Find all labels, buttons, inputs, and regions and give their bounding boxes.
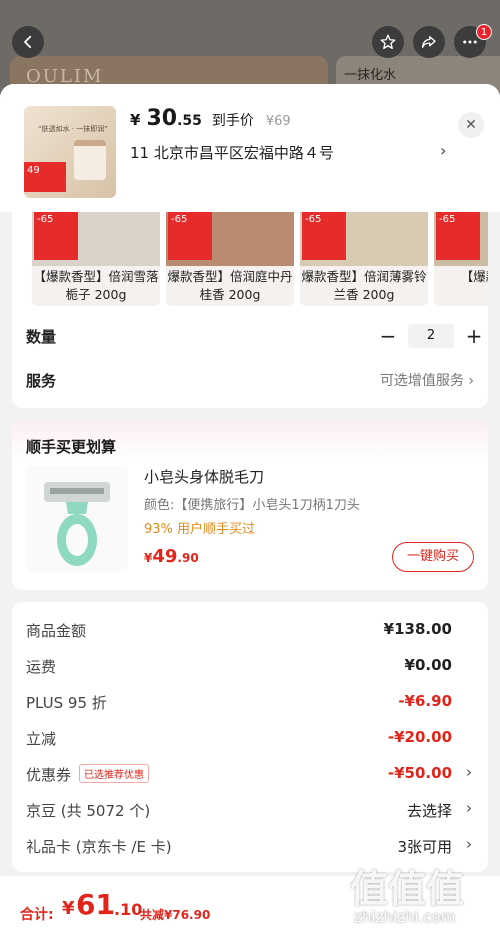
breakdown-row-jingdou[interactable]: 京豆 (共 5072 个) 去选择 › xyxy=(12,792,488,828)
variant-name: 【爆款香型】倍润雪落栀子 200g xyxy=(33,269,159,302)
favorite-button[interactable] xyxy=(372,26,404,58)
plus-button[interactable]: + xyxy=(464,324,484,348)
total-symbol: ¥ xyxy=(62,898,75,919)
breakdown-label: 京豆 (共 5072 个) xyxy=(26,802,151,820)
total-label: 合计: xyxy=(20,907,54,923)
product-jar-image xyxy=(74,140,106,180)
variant-option[interactable]: -65 爆款香型】倍润薄雾铃兰香 200g xyxy=(300,212,428,306)
breakdown-label: 优惠券 已选推荐优惠 xyxy=(26,764,150,785)
chevron-right-icon[interactable]: › xyxy=(466,835,472,853)
price-symbol: ¥ xyxy=(130,111,141,129)
breakdown-label: 商品金额 xyxy=(26,622,87,640)
quantity-label: 数量 xyxy=(26,328,57,346)
delivery-address[interactable]: 11 北京市昌平区宏福中路４号 xyxy=(130,142,334,163)
coupon-status-badge: 已选推荐优惠 xyxy=(79,764,150,783)
variant-strip[interactable]: -65 【爆款香型】倍润雪落栀子 200g -65 爆款香型】倍润庭中丹桂香 2… xyxy=(32,212,488,306)
sheet-header: “肤透如水 · 一抹即润” 49 ¥ 30 .55 到手价 ¥69 11 北京市… xyxy=(0,84,500,212)
quantity-value[interactable]: 2 xyxy=(408,324,454,348)
close-icon[interactable]: ✕ xyxy=(458,112,484,138)
site-watermark: 值值值 zhizhizhi.com xyxy=(350,858,500,939)
chevron-right-icon[interactable]: › xyxy=(440,141,446,160)
variant-option[interactable]: -65 【爆款香园 2 xyxy=(434,212,488,306)
variant-name: 爆款香型】倍润薄雾铃兰香 200g xyxy=(301,269,427,302)
recommend-price-decimal: .90 xyxy=(177,551,199,565)
service-label: 服务 xyxy=(26,372,57,390)
price-breakdown-card: 商品金额 ¥138.00 运费 ¥0.00 PLUS 95 折 -¥6.90 立… xyxy=(12,602,488,872)
variant-name: 爆款香型】倍润庭中丹桂香 200g xyxy=(167,269,293,302)
breakdown-row-plus-discount: PLUS 95 折 -¥6.90 xyxy=(12,684,488,720)
breakdown-row-goods: 商品金额 ¥138.00 xyxy=(12,612,488,648)
breakdown-label: 礼品卡 (京东卡 /E 卡) xyxy=(26,838,172,856)
chevron-left-icon xyxy=(24,35,32,49)
razor-icon xyxy=(44,482,110,566)
thumbnail-price-tag: 49 xyxy=(24,162,66,192)
breakdown-label: 立减 xyxy=(26,730,57,748)
total-saving: 共减¥76.90 xyxy=(140,908,211,922)
breakdown-value: -¥50.00 xyxy=(387,764,452,782)
recommend-product-name[interactable]: 小皂头身体脱毛刀 xyxy=(144,466,264,487)
share-button[interactable] xyxy=(413,26,445,58)
total-decimal: .10 xyxy=(114,900,143,919)
watermark-logo: 值值值 xyxy=(350,867,465,911)
coupon-label: 优惠券 xyxy=(26,766,72,784)
service-selector[interactable]: 可选增值服务 › xyxy=(380,370,474,390)
total-integer: 61 xyxy=(76,888,115,921)
minus-button[interactable]: − xyxy=(378,324,398,348)
breakdown-value: -¥6.90 xyxy=(398,692,452,710)
purchase-sheet: “肤透如水 · 一抹即润” 49 ¥ 30 .55 到手价 ¥69 11 北京市… xyxy=(0,84,500,939)
notification-badge: 1 xyxy=(476,24,492,40)
breakdown-value[interactable]: 去选择 xyxy=(407,800,452,821)
price-label: 到手价 xyxy=(211,113,254,129)
backdrop-banner-text: 一抹化水 xyxy=(344,68,397,83)
variant-name: 【爆款香园 2 xyxy=(460,269,488,284)
recommend-purchase-rate: 93% 用户顺手买过 xyxy=(144,522,256,537)
breakdown-row-coupon[interactable]: 优惠券 已选推荐优惠 -¥50.00 › xyxy=(12,756,488,792)
breakdown-label: 运费 xyxy=(26,658,57,676)
chevron-right-icon[interactable]: › xyxy=(466,799,472,817)
share-icon xyxy=(421,36,436,48)
breakdown-label: PLUS 95 折 xyxy=(26,694,107,712)
original-price: ¥69 xyxy=(265,114,291,129)
breakdown-row-shipping: 运费 ¥0.00 xyxy=(12,648,488,684)
razor-product-image[interactable] xyxy=(26,466,128,572)
options-card: -65 【爆款香型】倍润雪落栀子 200g -65 爆款香型】倍润庭中丹桂香 2… xyxy=(12,212,488,408)
breakdown-value: ¥0.00 xyxy=(404,656,452,674)
service-value: 可选增值服务 xyxy=(379,373,464,389)
price-line: ¥ 30 .55 到手价 ¥69 xyxy=(130,106,291,131)
watermark-text: zhizhizhi.com xyxy=(354,908,456,926)
recommend-price-integer: 49 xyxy=(152,546,178,567)
back-button[interactable] xyxy=(12,26,44,58)
recommend-product-spec: 颜色:【便携旅行】小皂头1刀柄1刀头 xyxy=(144,498,360,513)
recommend-card: 顺手买更划算 小皂头身体脱毛刀 颜色:【便携旅行】小皂头1刀柄1刀头 93% 用… xyxy=(12,420,488,590)
breakdown-value: ¥138.00 xyxy=(383,620,452,638)
variant-tag: -65 xyxy=(168,212,212,260)
star-icon xyxy=(380,34,396,50)
thumbnail-caption: “肤透如水 · 一抹即润” xyxy=(38,125,108,133)
price-integer: 30 xyxy=(146,106,178,131)
chevron-right-icon[interactable]: › xyxy=(466,763,472,781)
product-thumbnail: “肤透如水 · 一抹即润” 49 xyxy=(24,106,116,198)
quantity-stepper: − 2 + xyxy=(378,324,484,348)
chevron-right-icon: › xyxy=(468,373,474,389)
recommend-price: ¥49.90 xyxy=(144,546,199,567)
price-decimal: .55 xyxy=(177,113,202,129)
one-click-buy-button[interactable]: 一键购买 xyxy=(392,542,474,572)
variant-option[interactable]: -65 【爆款香型】倍润雪落栀子 200g xyxy=(32,212,160,306)
variant-tag: -65 xyxy=(34,212,78,260)
breakdown-value: -¥20.00 xyxy=(387,728,452,746)
variant-tag: -65 xyxy=(436,212,480,260)
breakdown-row-instant-discount: 立减 -¥20.00 xyxy=(12,720,488,756)
recommend-title: 顺手买更划算 xyxy=(26,438,117,456)
variant-option[interactable]: -65 爆款香型】倍润庭中丹桂香 200g xyxy=(166,212,294,306)
variant-tag: -65 xyxy=(302,212,346,260)
breakdown-value[interactable]: 3张可用 xyxy=(397,836,452,857)
